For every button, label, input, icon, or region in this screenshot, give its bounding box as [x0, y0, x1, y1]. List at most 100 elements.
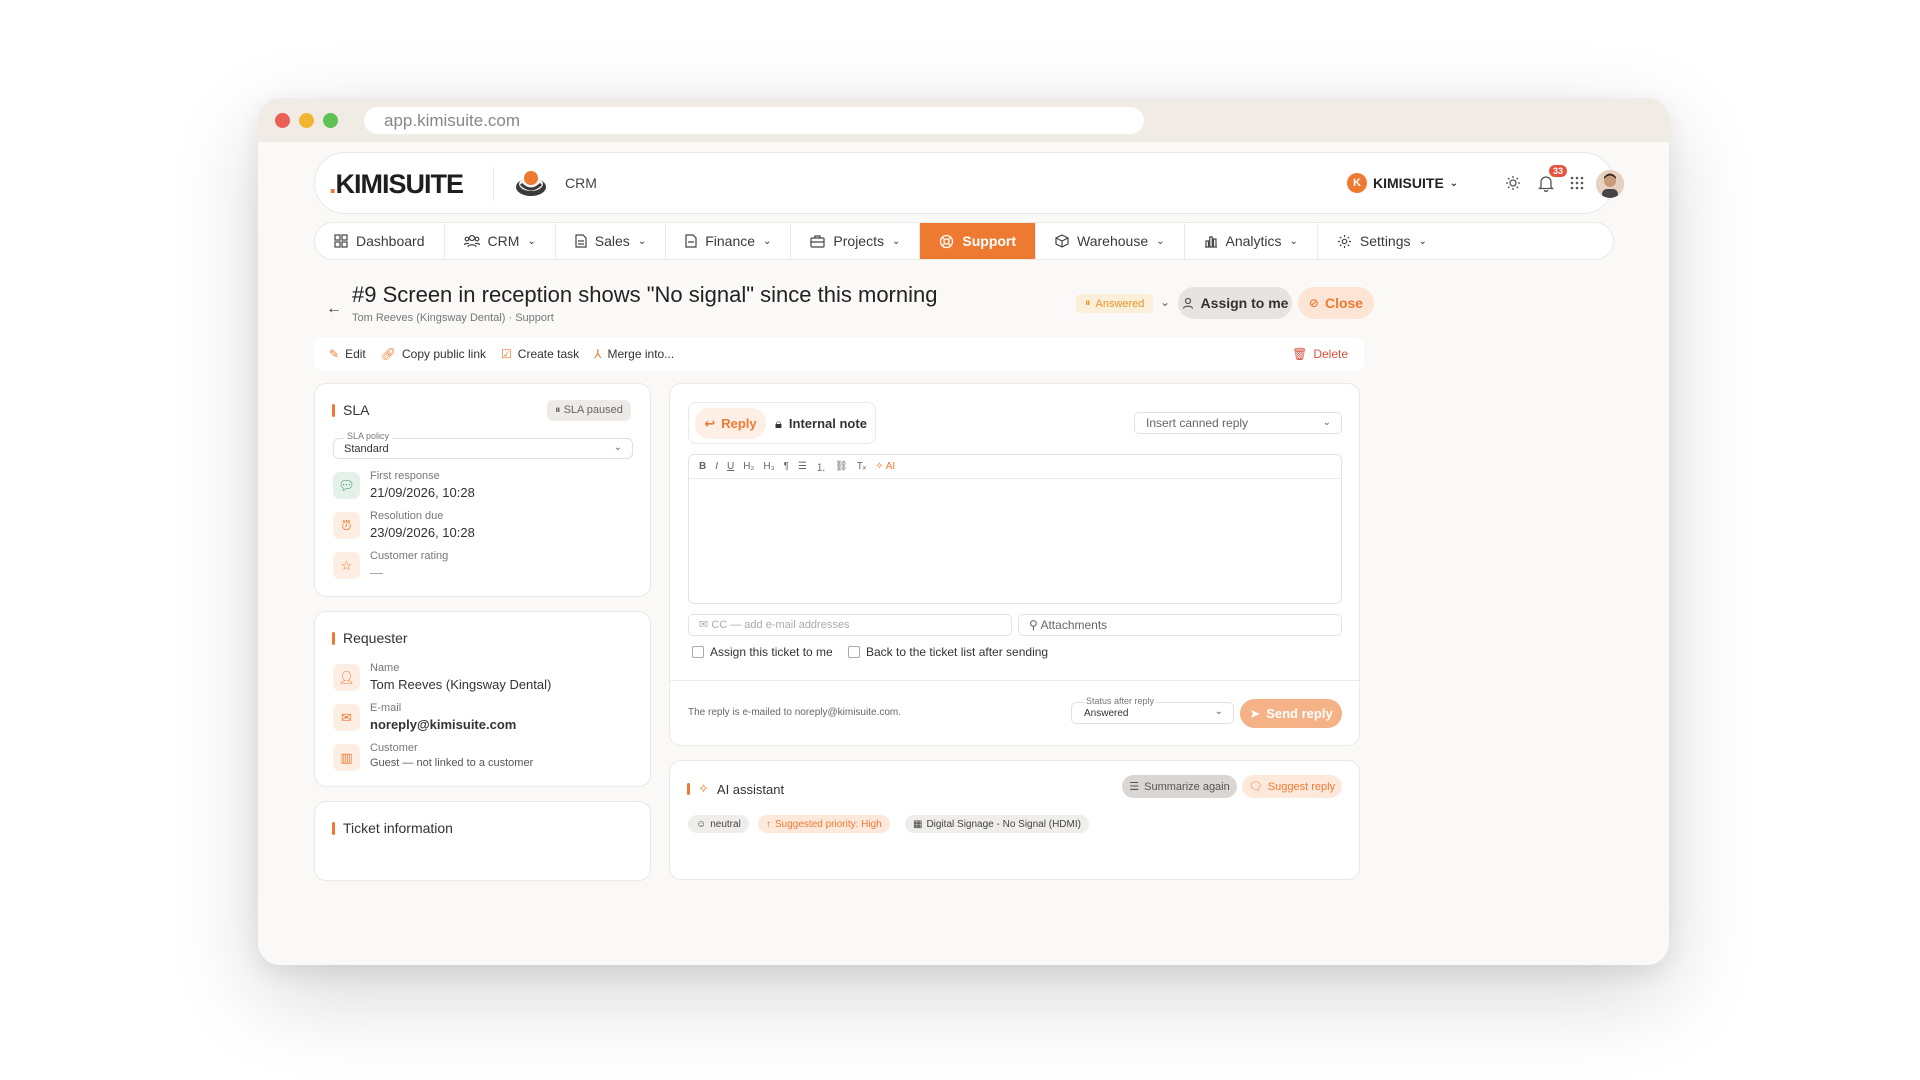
nav-analytics[interactable]: Analytics ⌄	[1185, 223, 1318, 259]
chevron-down-icon: ⌄	[527, 235, 536, 247]
link-icon: 🔗︎	[380, 347, 396, 361]
customer-rating-row: ☆ Customer rating —	[333, 550, 448, 580]
first-response-row: 💬︎ First response 21/09/2026, 10:28	[333, 470, 475, 500]
ticket-info-card: Ticket information	[314, 801, 651, 881]
nav-crm[interactable]: CRM ⌄	[445, 223, 556, 259]
organization-switcher[interactable]: K KIMISUITE ⌄	[1347, 173, 1458, 193]
user-icon	[1182, 297, 1193, 309]
summarize-again-button[interactable]: ☰ Summarize again	[1122, 775, 1237, 798]
chevron-down-icon[interactable]: ⌄	[1160, 295, 1170, 309]
copy-public-link-button[interactable]: 🔗︎ Copy public link	[381, 347, 486, 361]
chevron-down-icon: ⌄	[637, 235, 647, 247]
status-after-reply-select[interactable]: Status after reply Answered ⌄	[1071, 696, 1234, 724]
back-arrow-icon[interactable]: ←	[326, 300, 342, 318]
nav-finance[interactable]: Finance ⌄	[666, 223, 792, 259]
chevron-down-icon: ⌄	[1214, 706, 1223, 717]
chevron-down-icon: ⌄	[1289, 235, 1298, 247]
gear-icon	[1337, 234, 1351, 248]
tab-reply[interactable]: ↩ Reply	[695, 408, 766, 439]
heading2-button[interactable]: H₂	[743, 461, 754, 472]
browser-window: app.kimisuite.com .KIMISUITE CRM K KIMIS…	[258, 98, 1669, 965]
assign-to-me-button[interactable]: Assign to me	[1178, 287, 1292, 319]
pencil-icon: ✎	[329, 347, 340, 361]
paragraph-button[interactable]: ¶	[784, 461, 789, 472]
sla-paused-badge: ⏸ SLA paused	[547, 400, 631, 421]
requester-email-link[interactable]: noreply@kimisuite.com	[370, 717, 516, 732]
top-bar: .KIMISUITE CRM K KIMISUITE ⌄ 33	[314, 152, 1624, 214]
mail-icon: ✉	[333, 704, 360, 731]
assign-ticket-checkbox[interactable]: Assign this ticket to me	[692, 645, 833, 659]
bold-button[interactable]: B	[699, 461, 706, 472]
suggest-reply-button[interactable]: 🗨︎ Suggest reply	[1242, 775, 1342, 798]
link-button[interactable]: ⛓	[835, 461, 848, 472]
create-task-button[interactable]: ☑ Create task	[501, 347, 579, 361]
divider	[670, 680, 1360, 681]
status-badge[interactable]: ⏸ Answered	[1076, 294, 1154, 313]
chart-icon	[1204, 236, 1217, 248]
requester-name-row: 👤︎ Name Tom Reeves (Kingsway Dental)	[333, 662, 551, 692]
requester-customer-row: ▥ Customer Guest — not linked to a custom…	[333, 742, 533, 771]
document-icon	[575, 234, 587, 248]
file-icon	[685, 234, 697, 248]
merge-into-button[interactable]: ⅄ Merge into...	[594, 347, 674, 361]
priority-chip: ↑ Suggested priority: High	[758, 815, 890, 833]
reply-editor[interactable]: B I U H₂ H₃ ¶ ☰ ⒈ ⛓ Tₓ ✧ AI	[688, 454, 1342, 604]
sla-card: SLA ⏸ SLA paused SLA policy Standard ⌄ 💬…	[314, 383, 651, 597]
sun-icon[interactable]	[1502, 172, 1524, 194]
canned-reply-select[interactable]: Insert canned reply ⌄	[1134, 412, 1342, 434]
crm-module-icon	[516, 171, 546, 196]
heading3-button[interactable]: H₃	[763, 461, 774, 472]
nav-dashboard[interactable]: Dashboard	[315, 223, 445, 259]
chevron-down-icon: ⌄	[1418, 235, 1427, 247]
attachments-button[interactable]: ⚲ Attachments	[1018, 614, 1342, 636]
sla-policy-select[interactable]: SLA policy Standard ⌄	[333, 431, 633, 459]
reply-tabs: ↩ Reply 🔒︎ Internal note	[688, 402, 876, 444]
brand-logo[interactable]: .KIMISUITE	[329, 169, 464, 200]
nav-projects[interactable]: Projects ⌄	[791, 223, 921, 259]
lifebuoy-icon	[940, 234, 954, 248]
chevron-down-icon: ⌄	[1322, 417, 1331, 428]
editor-toolbar: B I U H₂ H₃ ¶ ☰ ⒈ ⛓ Tₓ ✧ AI	[689, 455, 1341, 479]
bullet-list-button[interactable]: ☰	[798, 461, 807, 472]
reply-email-note: The reply is e-mailed to noreply@kimisui…	[688, 707, 902, 718]
maximize-window-button[interactable]	[323, 113, 338, 128]
underline-button[interactable]: U	[727, 461, 734, 472]
user-avatar[interactable]	[1596, 170, 1624, 198]
sla-title: SLA	[332, 402, 369, 418]
send-icon: ➤	[1249, 705, 1261, 721]
notifications-badge: 33	[1549, 165, 1568, 177]
nav-settings[interactable]: Settings ⌄	[1318, 223, 1446, 259]
requester-title: Requester	[332, 630, 408, 646]
back-to-list-checkbox[interactable]: Back to the ticket list after sending	[848, 645, 1048, 659]
edit-button[interactable]: ✎ Edit	[329, 347, 366, 361]
ai-assistant-title: ✧ AI assistant	[687, 781, 784, 797]
message-icon: 💬︎	[333, 472, 360, 499]
ticket-info-title: Ticket information	[332, 820, 453, 836]
clear-format-button[interactable]: Tₓ	[857, 461, 866, 472]
circle-check-icon: ⊘	[1308, 296, 1319, 310]
divider	[493, 167, 494, 201]
delete-button[interactable]: 🗑︎ Delete	[1292, 347, 1348, 361]
nav-support[interactable]: Support	[920, 223, 1037, 259]
list-icon: ☰	[1129, 781, 1140, 793]
sentiment-chip: ☺ neutral	[688, 815, 749, 833]
close-ticket-button[interactable]: ⊘ Close	[1298, 287, 1374, 319]
nav-sales[interactable]: Sales ⌄	[556, 223, 667, 259]
italic-button[interactable]: I	[715, 461, 718, 472]
apps-grid-icon[interactable]	[1566, 172, 1588, 194]
sparkle-icon: ✧	[698, 781, 709, 796]
chevron-down-icon: ⌄	[1449, 177, 1459, 189]
tab-internal-note[interactable]: 🔒︎ Internal note	[775, 408, 867, 439]
lock-icon: 🔒︎	[775, 415, 782, 431]
send-reply-button[interactable]: ➤ Send reply	[1240, 699, 1342, 728]
cc-input[interactable]: ✉ CC — add e-mail addresses	[688, 614, 1012, 636]
action-bar: ✎ Edit 🔗︎ Copy public link ☑ Create task ⅄ M…	[314, 337, 1364, 371]
ai-button[interactable]: ✧ AI	[875, 461, 895, 472]
ordered-list-button[interactable]: ⒈	[816, 459, 826, 474]
chevron-down-icon: ⌄	[763, 235, 772, 247]
requester-email-row: ✉ E-mail noreply@kimisuite.com	[333, 702, 516, 732]
nav-warehouse[interactable]: Warehouse ⌄	[1036, 223, 1185, 259]
close-window-button[interactable]	[275, 113, 290, 128]
address-bar[interactable]: app.kimisuite.com	[364, 107, 1144, 134]
minimize-window-button[interactable]	[299, 113, 314, 128]
